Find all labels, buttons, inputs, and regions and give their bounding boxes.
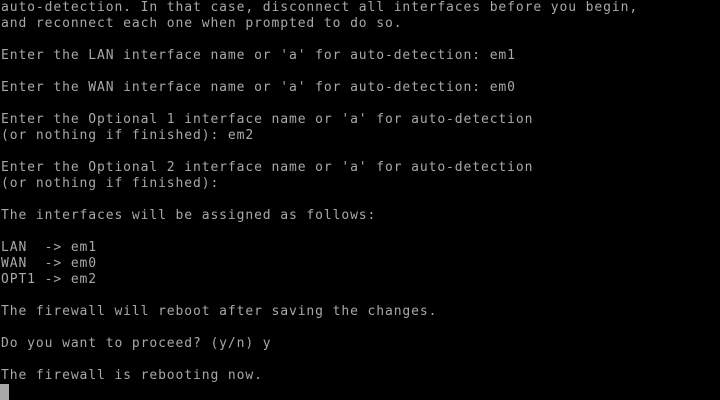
console-line-14: The interfaces will be assigned as follo… [1,208,377,223]
console-line-1: auto-detection. In that case, disconnect… [1,0,639,15]
console-line-24: The firewall is rebooting now. [1,368,263,383]
console-line-11: Enter the Optional 2 interface name or '… [1,160,534,175]
console-line-18: OPT1 -> em2 [1,272,97,287]
console-line-16: LAN -> em1 [1,240,97,255]
console-line-2: and reconnect each one when prompted to … [1,16,403,31]
console-line-4: Enter the LAN interface name or 'a' for … [1,48,516,63]
console-line-20: The firewall will reboot after saving th… [1,304,438,319]
console-line-22: Do you want to proceed? (y/n) y [1,336,272,351]
console-line-17: WAN -> em0 [1,256,97,271]
text-cursor [0,384,9,400]
console-line-8: Enter the Optional 1 interface name or '… [1,112,534,127]
console-line-6: Enter the WAN interface name or 'a' for … [1,80,516,95]
console-line-9: (or nothing if finished): em2 [1,128,255,143]
console-line-12: (or nothing if finished): [1,176,220,191]
terminal-console[interactable]: auto-detection. In that case, disconnect… [0,0,720,400]
